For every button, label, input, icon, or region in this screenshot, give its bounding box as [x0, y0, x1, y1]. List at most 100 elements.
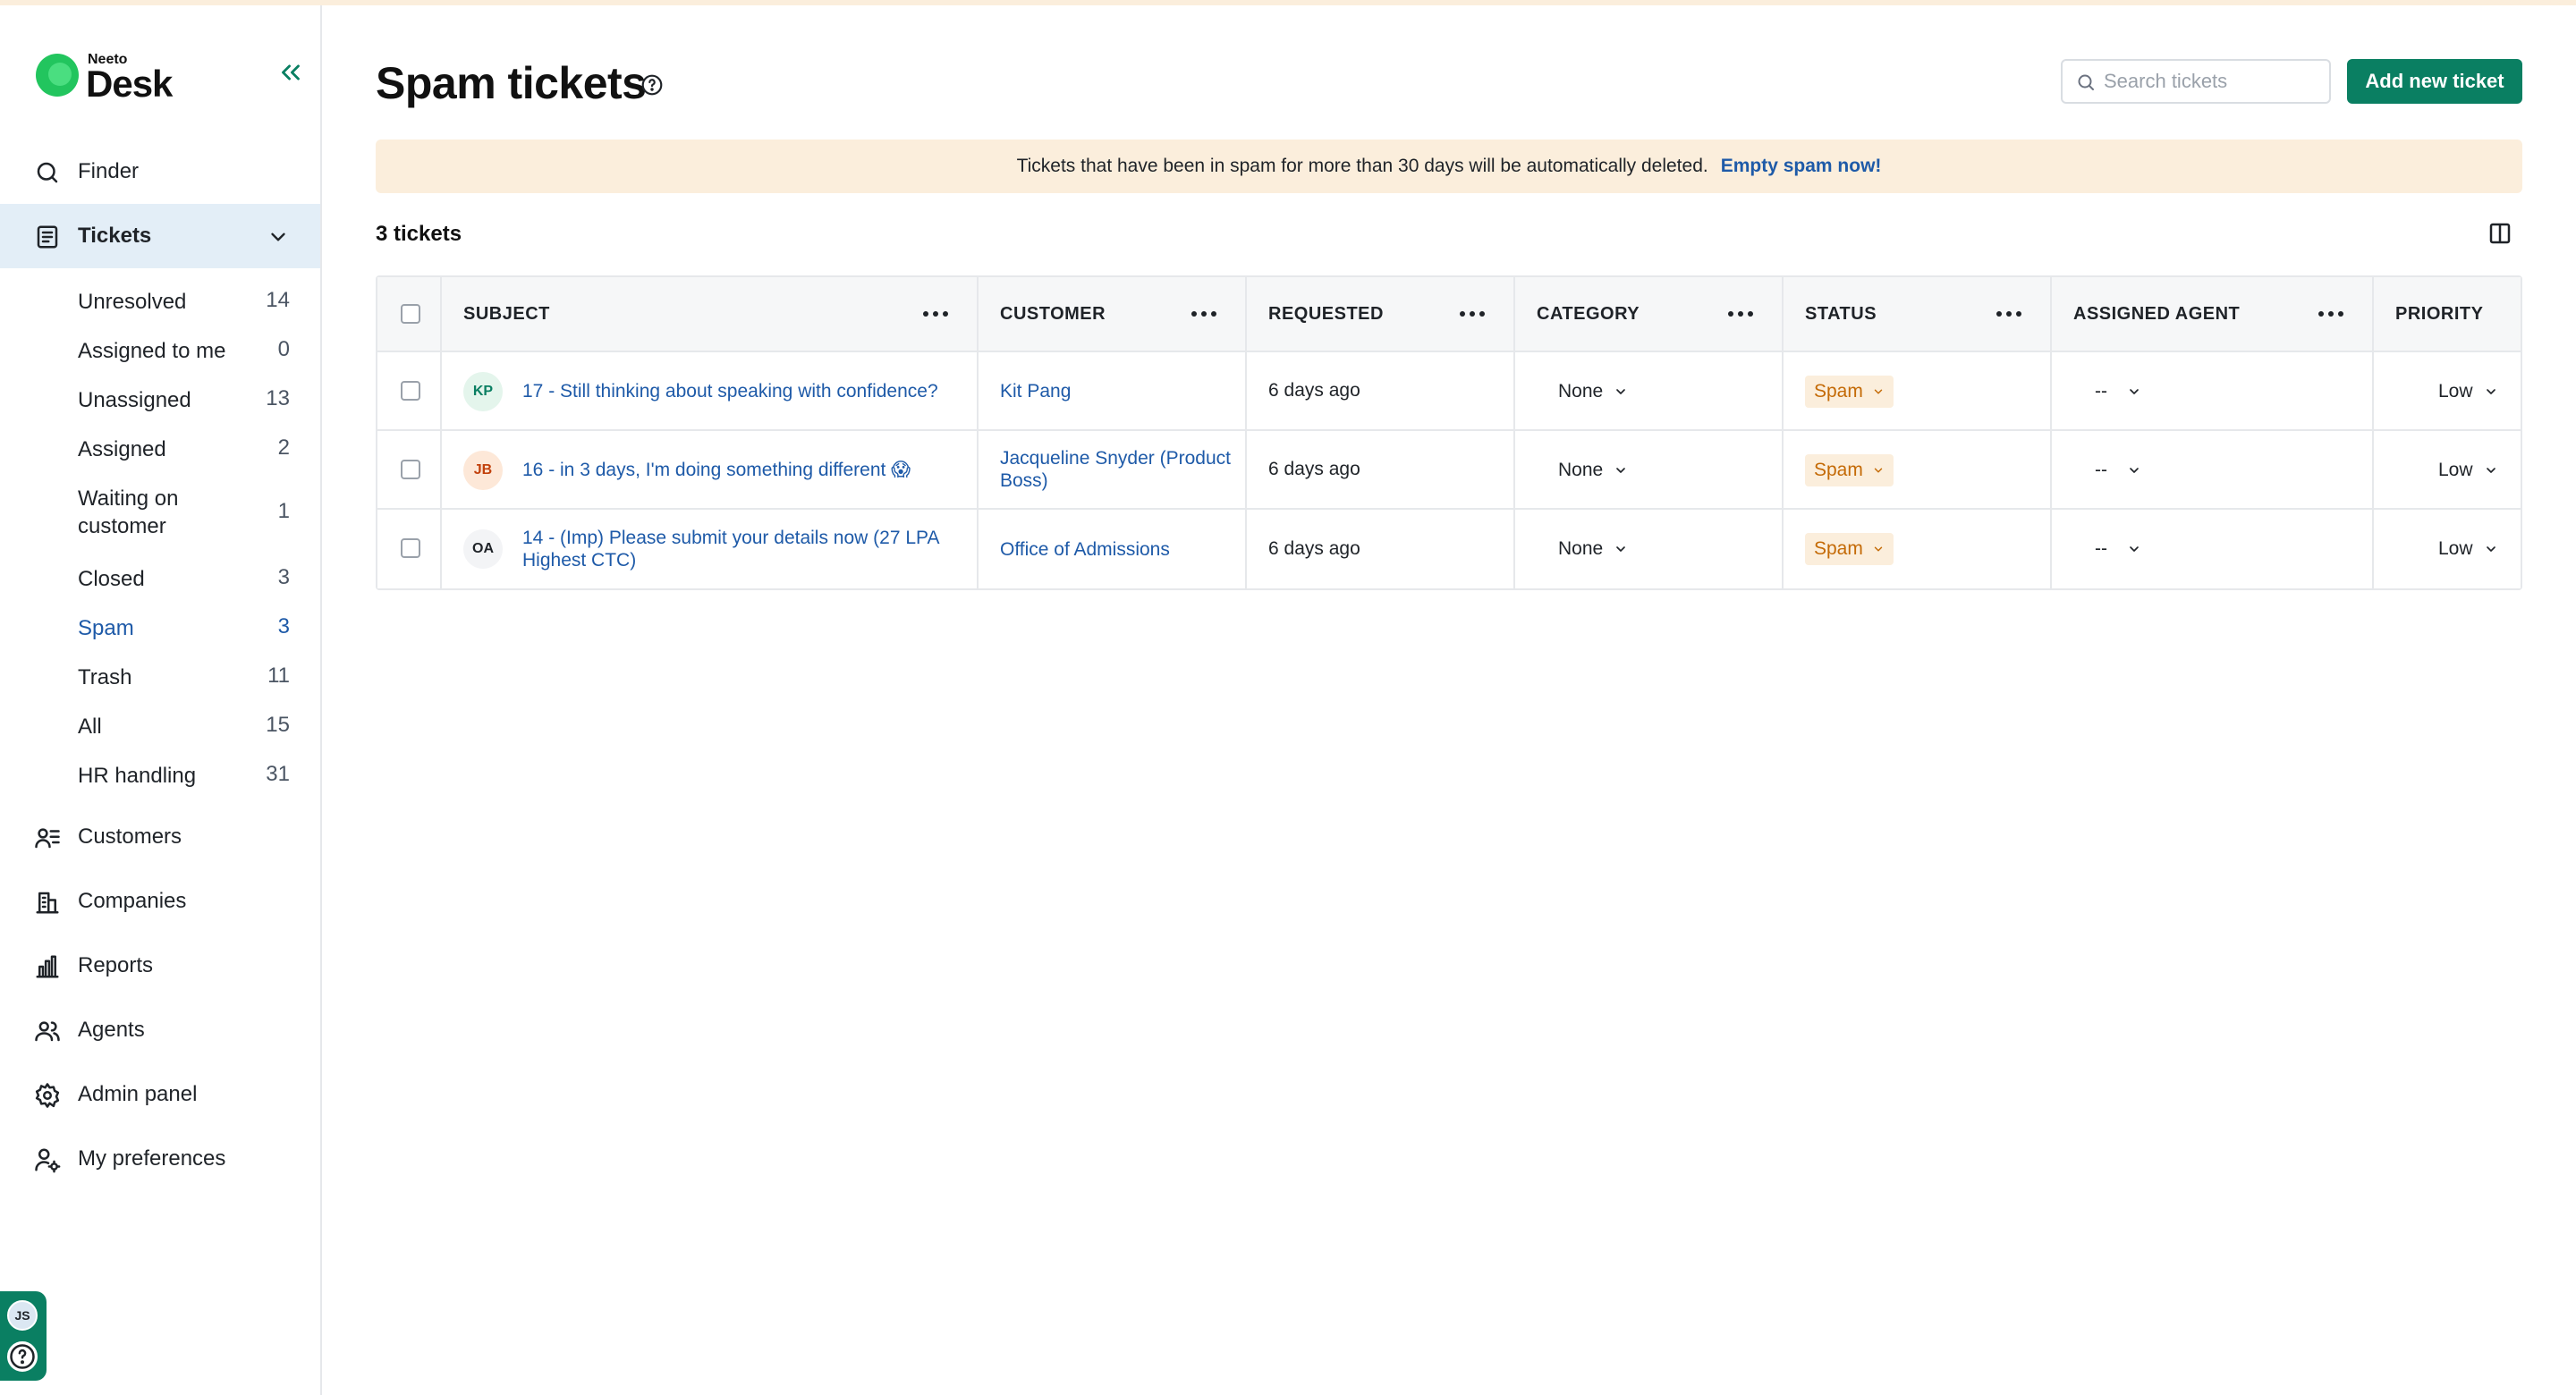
- header-select-cell: [377, 277, 442, 351]
- collapse-sidebar-button[interactable]: [275, 57, 306, 88]
- column-label: ASSIGNED AGENT: [2073, 304, 2241, 324]
- row-checkbox[interactable]: [401, 460, 420, 479]
- ticket-view-count: 0: [277, 337, 290, 361]
- chevron-down-icon: [1874, 389, 1883, 394]
- sidebar-item-tickets[interactable]: Tickets: [0, 204, 320, 268]
- brand-name: Desk: [86, 63, 173, 105]
- priority-dropdown[interactable]: Low: [2438, 533, 2498, 565]
- header-assigned-agent[interactable]: ASSIGNED AGENT: [2052, 277, 2374, 351]
- agent-dropdown[interactable]: --: [2095, 533, 2141, 565]
- search-input[interactable]: [2104, 68, 2318, 95]
- header-priority[interactable]: PRIORITY: [2374, 277, 2521, 351]
- sidebar-item-agents[interactable]: Agents: [0, 998, 320, 1062]
- chevron-down-icon: [1616, 468, 1626, 473]
- empty-spam-link[interactable]: Empty spam now!: [1721, 156, 1882, 177]
- ticket-view-assigned-to-me[interactable]: Assigned to me 0: [0, 325, 320, 374]
- companies-icon: [36, 892, 59, 914]
- agent-cell: --: [2052, 352, 2374, 429]
- customer-avatar: OA: [463, 529, 503, 569]
- category-dropdown[interactable]: None: [1558, 376, 1628, 408]
- ticket-view-label: Unresolved: [78, 290, 187, 314]
- ticket-view-assigned[interactable]: Assigned 2: [0, 423, 320, 472]
- priority-dropdown[interactable]: Low: [2438, 454, 2498, 486]
- header-requested[interactable]: REQUESTED: [1247, 277, 1515, 351]
- customers-icon: [35, 828, 60, 849]
- ticket-view-closed[interactable]: Closed 3: [0, 553, 320, 602]
- column-menu-icon[interactable]: [1460, 304, 1487, 324]
- table-row[interactable]: KP 17 - Still thinking about speaking wi…: [377, 352, 2521, 431]
- select-all-checkbox[interactable]: [401, 304, 420, 324]
- ticket-view-hr-handling[interactable]: HR handling 31: [0, 749, 320, 799]
- column-menu-icon[interactable]: [2318, 304, 2345, 324]
- category-dropdown[interactable]: None: [1558, 533, 1628, 565]
- ticket-view-label: Closed: [78, 567, 145, 591]
- column-label: REQUESTED: [1268, 304, 1384, 324]
- brand-logo[interactable]: Neeto Desk: [36, 46, 215, 109]
- priority-cell: Low: [2374, 352, 2521, 429]
- status-dropdown[interactable]: Spam: [1805, 376, 1894, 408]
- column-menu-icon[interactable]: [1996, 304, 2023, 324]
- priority-dropdown[interactable]: Low: [2438, 376, 2498, 408]
- sidebar-item-finder[interactable]: Finder: [0, 140, 320, 204]
- status-cell: Spam: [1784, 431, 2052, 508]
- column-menu-icon[interactable]: [923, 304, 950, 324]
- status-value: Spam: [1814, 381, 1863, 402]
- row-checkbox[interactable]: [401, 381, 420, 401]
- sidebar-item-companies[interactable]: Companies: [0, 869, 320, 934]
- column-label: PRIORITY: [2395, 304, 2484, 324]
- page-title: Spam tickets: [376, 58, 647, 108]
- ticket-subject-link[interactable]: 17 - Still thinking about speaking with …: [522, 352, 970, 429]
- agent-value: --: [2095, 460, 2107, 480]
- priority-value: Low: [2438, 381, 2473, 402]
- chevron-down-icon: [2486, 389, 2496, 394]
- search-icon: [2078, 74, 2094, 90]
- status-dropdown[interactable]: Spam: [1805, 454, 1894, 486]
- table-row[interactable]: OA 14 - (Imp) Please submit your details…: [377, 510, 2521, 588]
- chevron-down-icon: [2130, 546, 2139, 552]
- add-new-ticket-button[interactable]: Add new ticket: [2347, 59, 2522, 104]
- columns-icon[interactable]: [2487, 220, 2513, 247]
- ticket-view-label: Assigned: [78, 437, 166, 461]
- help-icon[interactable]: [640, 73, 664, 97]
- category-dropdown[interactable]: None: [1558, 454, 1628, 486]
- sidebar-item-my-preferences[interactable]: My preferences: [0, 1127, 320, 1191]
- requested-cell: 6 days ago: [1247, 510, 1515, 588]
- ticket-view-count: 14: [266, 288, 290, 312]
- sidebar-item-reports[interactable]: Reports: [0, 934, 320, 998]
- ticket-subject-link[interactable]: 16 - in 3 days, I'm doing something diff…: [522, 431, 970, 508]
- table-row[interactable]: JB 16 - in 3 days, I'm doing something d…: [377, 431, 2521, 510]
- reports-icon: [36, 955, 59, 978]
- ticket-view-count: 1: [277, 499, 290, 523]
- ticket-view-trash[interactable]: Trash 11: [0, 651, 320, 700]
- header-customer[interactable]: CUSTOMER: [979, 277, 1247, 351]
- ticket-view-label: All: [78, 714, 102, 739]
- customer-avatar: KP: [463, 372, 503, 411]
- customer-link[interactable]: Jacqueline Snyder (Product Boss): [1000, 431, 1233, 508]
- requested-cell: 6 days ago: [1247, 352, 1515, 429]
- sidebar-item-admin-panel[interactable]: Admin panel: [0, 1062, 320, 1127]
- ticket-view-unassigned[interactable]: Unassigned 13: [0, 374, 320, 423]
- ticket-view-unresolved[interactable]: Unresolved 14: [0, 275, 320, 325]
- header-category[interactable]: CATEGORY: [1515, 277, 1784, 351]
- agent-dropdown[interactable]: --: [2095, 454, 2141, 486]
- status-dropdown[interactable]: Spam: [1805, 533, 1894, 565]
- ticket-view-spam[interactable]: Spam 3: [0, 602, 320, 651]
- chevron-down-icon: [271, 232, 285, 241]
- status-value: Spam: [1814, 460, 1863, 480]
- tickets-icon: [37, 225, 58, 249]
- customer-link[interactable]: Kit Pang: [1000, 352, 1233, 429]
- column-menu-icon[interactable]: [1191, 304, 1218, 324]
- column-menu-icon[interactable]: [1728, 304, 1755, 324]
- user-avatar[interactable]: JS: [7, 1300, 38, 1331]
- header-status[interactable]: STATUS: [1784, 277, 2052, 351]
- header-subject[interactable]: SUBJECT: [442, 277, 979, 351]
- agent-dropdown[interactable]: --: [2095, 376, 2141, 408]
- priority-value: Low: [2438, 538, 2473, 559]
- ticket-view-waiting-on-customer[interactable]: Waiting on customer 1: [0, 472, 320, 549]
- sidebar-item-customers[interactable]: Customers: [0, 805, 320, 869]
- row-checkbox[interactable]: [401, 538, 420, 558]
- customer-link[interactable]: Office of Admissions: [1000, 510, 1233, 588]
- ticket-subject-link[interactable]: 14 - (Imp) Please submit your details no…: [522, 510, 970, 588]
- ticket-view-all[interactable]: All 15: [0, 700, 320, 749]
- help-button[interactable]: [7, 1341, 38, 1372]
